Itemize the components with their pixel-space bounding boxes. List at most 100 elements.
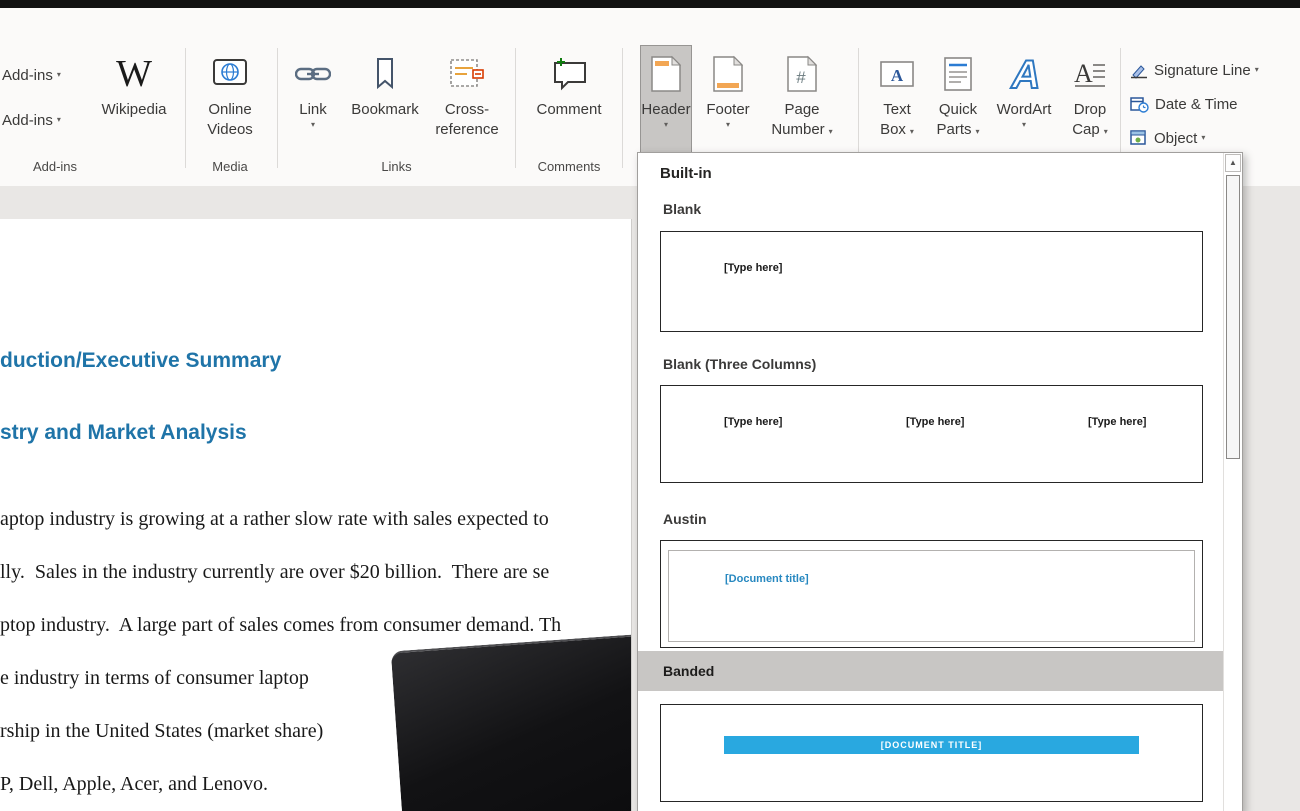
quick-parts-icon bbox=[943, 48, 973, 100]
footer-label: Footer bbox=[706, 100, 749, 120]
svg-text:#: # bbox=[796, 68, 806, 87]
gallery-item-blank-three-columns[interactable]: [Type here] [Type here] [Type here] bbox=[660, 385, 1203, 483]
gallery-section-title: Built-in bbox=[660, 165, 712, 182]
chevron-down-icon: ▾ bbox=[1104, 127, 1108, 136]
group-separator bbox=[858, 48, 859, 168]
bookmark-button[interactable]: Bookmark bbox=[346, 48, 424, 160]
gallery-item-name-blank: Blank bbox=[663, 201, 701, 217]
group-label-add-ins: Add-ins bbox=[10, 156, 100, 178]
header-gallery-dropdown: Built-in Blank [Type here] Blank (Three … bbox=[637, 152, 1243, 811]
doc-text-line: aptop industry is growing at a rather sl… bbox=[0, 508, 549, 531]
austin-preview-frame bbox=[668, 550, 1195, 642]
footer-button[interactable]: Footer ▾ bbox=[700, 48, 756, 160]
preview-placeholder-text: [Type here] bbox=[906, 416, 964, 428]
gallery-item-austin[interactable]: [Document title] bbox=[660, 540, 1203, 648]
comment-button[interactable]: Comment bbox=[524, 48, 614, 160]
object-button[interactable]: Object ▾ bbox=[1130, 126, 1205, 150]
link-icon bbox=[295, 48, 331, 100]
bookmark-label: Bookmark bbox=[351, 100, 419, 120]
laptop-image[interactable] bbox=[391, 633, 632, 811]
wikipedia-button[interactable]: W Wikipedia bbox=[97, 48, 171, 160]
group-separator bbox=[515, 48, 516, 168]
wordart-label: WordArt bbox=[997, 100, 1052, 120]
object-label: Object bbox=[1154, 130, 1197, 147]
group-separator bbox=[1120, 48, 1121, 168]
signature-line-icon bbox=[1130, 62, 1148, 79]
link-button[interactable]: Link ▾ bbox=[287, 48, 339, 160]
cross-reference-icon bbox=[449, 48, 485, 100]
cross-reference-button[interactable]: Cross- reference bbox=[428, 48, 506, 160]
quick-parts-label-line2: Parts bbox=[936, 121, 971, 138]
add-ins-button-1[interactable]: Add-ins ▾ bbox=[2, 63, 61, 87]
drop-cap-label-line2: Cap bbox=[1072, 121, 1100, 138]
header-icon bbox=[651, 48, 681, 100]
group-separator bbox=[277, 48, 278, 168]
title-bar bbox=[0, 0, 1300, 8]
online-video-icon bbox=[213, 48, 247, 100]
chevron-down-icon: ▾ bbox=[664, 120, 668, 130]
cross-reference-label-line2: reference bbox=[435, 120, 498, 140]
doc-text-line: rship in the United States (market share… bbox=[0, 720, 323, 743]
svg-text:A: A bbox=[1011, 53, 1041, 95]
add-ins-button-2[interactable]: Add-ins ▾ bbox=[2, 108, 61, 132]
gallery-scrollbar[interactable]: ▲ bbox=[1223, 153, 1242, 811]
banded-title-banner: [DOCUMENT TITLE] bbox=[724, 736, 1139, 754]
chevron-down-icon: ▾ bbox=[829, 127, 833, 136]
chevron-down-icon: ▾ bbox=[726, 120, 730, 130]
quick-parts-label-line1: Quick bbox=[939, 100, 977, 120]
gallery-item-blank[interactable]: [Type here] bbox=[660, 231, 1203, 332]
text-box-label-line2: Box bbox=[880, 121, 906, 138]
chevron-down-icon: ▾ bbox=[976, 127, 980, 136]
page-number-label-line2: Number bbox=[771, 121, 824, 138]
gallery-item-name-blank-three-columns: Blank (Three Columns) bbox=[663, 356, 816, 372]
wordart-button[interactable]: A WordArt ▾ bbox=[992, 48, 1056, 160]
link-label: Link bbox=[299, 100, 327, 120]
svg-text:A: A bbox=[1074, 59, 1093, 88]
online-videos-button[interactable]: Online Videos bbox=[192, 48, 268, 160]
page-number-button[interactable]: # Page Number ▾ bbox=[766, 48, 838, 160]
add-ins-label: Add-ins bbox=[2, 67, 53, 84]
chevron-down-icon: ▾ bbox=[1255, 65, 1259, 75]
preview-placeholder-text: [Type here] bbox=[724, 262, 782, 274]
date-time-label: Date & Time bbox=[1155, 96, 1238, 113]
online-videos-label-line2: Videos bbox=[207, 120, 253, 140]
add-ins-label: Add-ins bbox=[2, 112, 53, 129]
wordart-icon: A bbox=[1003, 48, 1045, 100]
comment-icon bbox=[550, 48, 588, 100]
chevron-down-icon: ▾ bbox=[1022, 120, 1026, 130]
header-label: Header bbox=[641, 100, 690, 120]
quick-parts-button[interactable]: Quick Parts ▾ bbox=[928, 48, 988, 160]
online-videos-label-line1: Online bbox=[208, 100, 251, 120]
scroll-up-icon[interactable]: ▲ bbox=[1225, 154, 1241, 172]
chevron-down-icon: ▾ bbox=[57, 70, 61, 80]
chevron-down-icon: ▾ bbox=[910, 127, 914, 136]
preview-placeholder-text: [Type here] bbox=[724, 416, 782, 428]
doc-text-line: ptop industry. A large part of sales com… bbox=[0, 614, 561, 637]
group-separator bbox=[185, 48, 186, 168]
text-box-button[interactable]: A Text Box▾ bbox=[868, 48, 926, 160]
comment-label: Comment bbox=[536, 100, 601, 120]
group-label-links: Links bbox=[287, 156, 506, 178]
signature-line-button[interactable]: Signature Line ▾ bbox=[1130, 58, 1259, 82]
date-time-button[interactable]: Date & Time bbox=[1130, 92, 1238, 116]
text-box-icon: A bbox=[879, 48, 915, 100]
chevron-down-icon: ▾ bbox=[1201, 133, 1205, 143]
doc-heading-market-analysis: stry and Market Analysis bbox=[0, 421, 247, 445]
scrollbar-thumb[interactable] bbox=[1226, 175, 1240, 459]
svg-text:A: A bbox=[891, 66, 904, 85]
gallery-item-name-austin: Austin bbox=[663, 511, 707, 527]
header-button[interactable]: Header ▾ bbox=[640, 45, 692, 163]
chevron-down-icon: ▾ bbox=[57, 115, 61, 125]
gallery-item-name-banded: Banded bbox=[663, 663, 714, 679]
drop-cap-label-line1: Drop bbox=[1074, 100, 1107, 120]
gallery-item-banded[interactable]: [DOCUMENT TITLE] bbox=[660, 704, 1203, 802]
document-page[interactable]: duction/Executive Summary stry and Marke… bbox=[0, 219, 632, 811]
date-time-icon bbox=[1130, 96, 1149, 113]
wikipedia-icon: W bbox=[116, 48, 152, 100]
footer-icon bbox=[713, 48, 743, 100]
page-number-label-line1: Page bbox=[784, 100, 819, 120]
doc-text-line: e industry in terms of consumer laptop bbox=[0, 667, 309, 690]
cross-reference-label-line1: Cross- bbox=[445, 100, 489, 120]
wikipedia-label: Wikipedia bbox=[101, 100, 166, 120]
drop-cap-button[interactable]: A Drop Cap ▾ bbox=[1062, 48, 1118, 160]
